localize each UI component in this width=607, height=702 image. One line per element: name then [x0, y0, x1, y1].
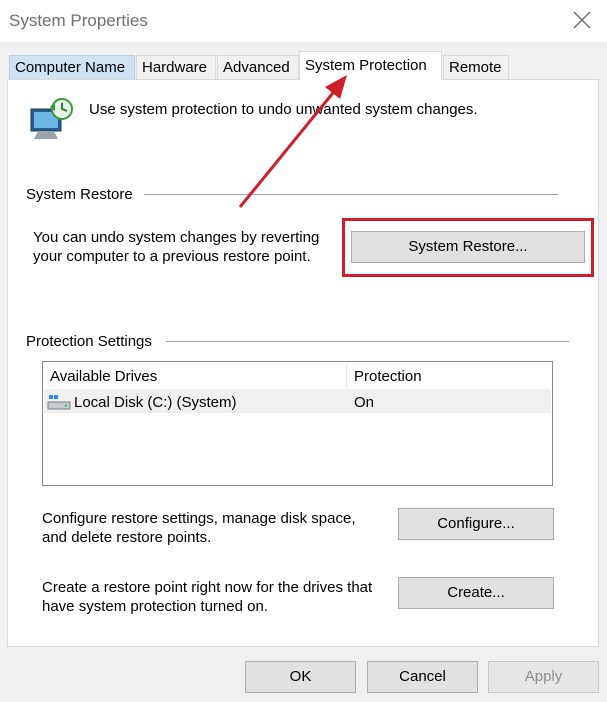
tab-hardware[interactable]: Hardware [136, 55, 216, 79]
system-protection-icon [26, 97, 76, 143]
intro-text: Use system protection to undo unwanted s… [89, 101, 478, 118]
drive-name: Local Disk (C:) (System) [74, 394, 237, 411]
drive-protection-status: On [354, 394, 375, 411]
tab-computer-name[interactable]: Computer Name [9, 55, 135, 79]
column-header-available-drives[interactable]: Available Drives [50, 367, 157, 386]
system-restore-divider [144, 194, 558, 195]
create-description-line1: Create a restore point right now for the… [42, 579, 373, 596]
highlight-box [342, 218, 594, 277]
tab-advanced[interactable]: Advanced [217, 55, 299, 79]
protection-settings-heading: Protection Settings [26, 333, 152, 350]
ok-button[interactable]: OK [245, 661, 356, 693]
create-button[interactable]: Create... [398, 577, 554, 609]
drive-icon [47, 393, 71, 411]
protection-settings-divider [166, 341, 569, 342]
configure-button[interactable]: Configure... [398, 508, 554, 540]
configure-description-line2: and delete restore points. [42, 529, 212, 546]
system-restore-description-line1: You can undo system changes by reverting [33, 229, 320, 246]
system-restore-heading: System Restore [26, 186, 133, 203]
close-icon[interactable] [570, 8, 594, 32]
create-description-line2: have system protection turned on. [42, 598, 268, 615]
column-separator [346, 364, 347, 388]
window-title: System Properties [9, 11, 148, 30]
tab-system-protection[interactable]: System Protection [299, 51, 442, 80]
system-restore-description-line2: your computer to a previous restore poin… [33, 248, 311, 265]
cancel-button[interactable]: Cancel [367, 661, 478, 693]
configure-description-line1: Configure restore settings, manage disk … [42, 510, 356, 527]
tab-remote[interactable]: Remote [443, 55, 509, 79]
column-header-protection[interactable]: Protection [354, 367, 422, 386]
apply-button[interactable]: Apply [488, 661, 599, 693]
